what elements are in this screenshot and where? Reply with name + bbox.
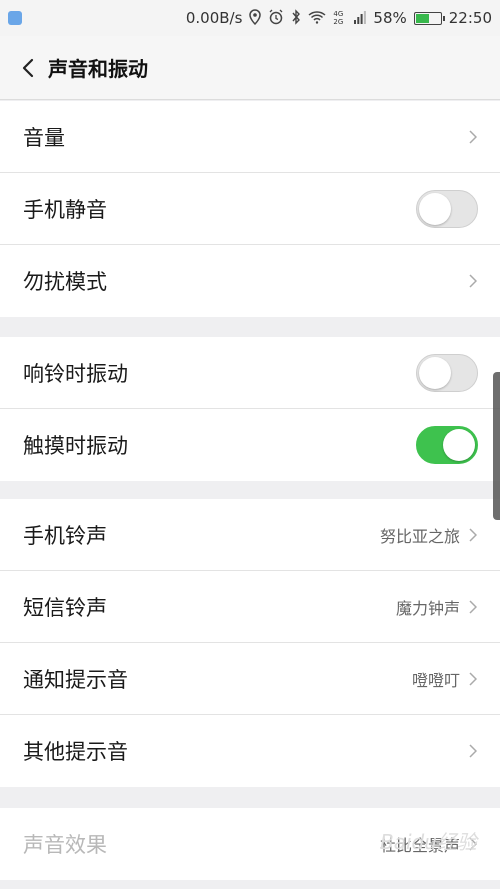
clock: 22:50 bbox=[448, 9, 492, 27]
settings-row-label: 其他提示音 bbox=[23, 740, 128, 764]
settings-group: 手机铃声 努比亚之旅短信铃声 魔力钟声通知提示音 噔噔叮其他提示音 bbox=[0, 499, 500, 787]
app-notification-icon bbox=[8, 11, 22, 25]
top-app-bar: 声音和振动 bbox=[0, 36, 500, 100]
settings-row-label: 通知提示音 bbox=[23, 667, 128, 692]
settings-row[interactable]: 手机静音 bbox=[0, 173, 500, 245]
battery-icon bbox=[413, 11, 445, 25]
settings-row[interactable]: 响铃时振动 bbox=[0, 337, 500, 409]
chevron-right-icon bbox=[468, 129, 478, 145]
settings-row-value: 努比亚之旅 bbox=[379, 526, 460, 546]
signal-icon bbox=[354, 10, 367, 27]
status-bar: 0.00B/s 4G 2G 58% 22:50 bbox=[0, 0, 500, 36]
settings-row-label: 触摸时振动 bbox=[23, 434, 128, 458]
page-title: 声音和振动 bbox=[48, 57, 148, 81]
settings-row-label: 声音效果 bbox=[23, 833, 107, 857]
back-arrow-icon[interactable] bbox=[8, 36, 48, 100]
toggle-switch[interactable] bbox=[416, 426, 478, 464]
settings-group: 音量手机静音勿扰模式 bbox=[0, 101, 500, 317]
toggle-knob bbox=[443, 429, 475, 461]
settings-row-label: 短信铃声 bbox=[23, 595, 107, 620]
toggle-switch[interactable] bbox=[416, 353, 478, 392]
settings-row[interactable]: 短信铃声 魔力钟声 bbox=[0, 571, 500, 643]
settings-row[interactable]: 其他提示音 bbox=[0, 715, 500, 787]
chevron-right-icon bbox=[468, 527, 478, 543]
settings-row-label: 手机铃声 bbox=[23, 523, 107, 548]
location-icon bbox=[249, 8, 262, 28]
chevron-right-icon bbox=[468, 671, 478, 687]
settings-row[interactable]: 手机铃声 努比亚之旅 bbox=[0, 499, 500, 571]
battery-percent: 58% bbox=[373, 9, 407, 27]
network-speed: 0.00B/s bbox=[185, 9, 243, 27]
battery-level-fill bbox=[415, 13, 429, 23]
chevron-right-icon bbox=[468, 599, 478, 615]
settings-row[interactable]: 通知提示音 噔噔叮 bbox=[0, 643, 500, 715]
settings-row[interactable]: 勿扰模式 bbox=[0, 245, 500, 317]
settings-row-value: 噔噔叮 bbox=[411, 670, 460, 690]
alarm-icon bbox=[268, 9, 284, 28]
settings-row[interactable]: 声音效果 杜比全景声 bbox=[0, 808, 500, 880]
settings-row-label: 音量 bbox=[23, 125, 65, 150]
settings-row-label: 勿扰模式 bbox=[23, 270, 107, 294]
settings-row-label: 手机静音 bbox=[23, 197, 107, 222]
chevron-right-icon bbox=[468, 743, 478, 759]
settings-row-value: 魔力钟声 bbox=[395, 598, 460, 618]
settings-group: 声音效果 杜比全景声 bbox=[0, 808, 500, 880]
settings-row-label: 响铃时振动 bbox=[23, 361, 128, 386]
toggle-knob bbox=[419, 192, 451, 225]
bluetooth-icon bbox=[291, 8, 301, 28]
settings-row[interactable]: 音量 bbox=[0, 101, 500, 173]
status-icons: 0.00B/s 4G 2G 58% 22:50 bbox=[185, 8, 492, 28]
chevron-right-icon bbox=[468, 273, 478, 289]
settings-row[interactable]: 触摸时振动 bbox=[0, 409, 500, 481]
network-type-label: 4G 2G bbox=[333, 10, 344, 26]
wifi-icon bbox=[308, 10, 326, 27]
toggle-switch[interactable] bbox=[416, 189, 478, 228]
settings-group: 响铃时振动触摸时振动 bbox=[0, 337, 500, 481]
settings-row-value: 杜比全景声 bbox=[379, 836, 460, 855]
toggle-knob bbox=[419, 356, 451, 389]
scrollbar[interactable] bbox=[493, 372, 500, 520]
chevron-right-icon bbox=[468, 836, 478, 852]
